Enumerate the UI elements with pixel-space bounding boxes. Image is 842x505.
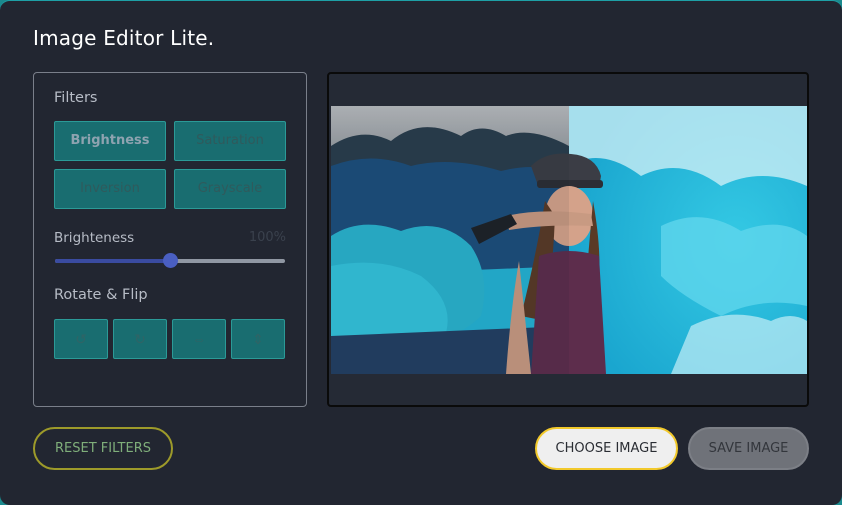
brightness-slider-fill <box>55 259 170 263</box>
brightness-slider-label: Brighteness <box>54 230 135 246</box>
rotate-left-icon: ↺ <box>75 331 87 347</box>
rotate-flip-heading: Rotate & Flip <box>54 287 148 303</box>
filters-heading: Filters <box>54 90 98 106</box>
flip-horizontal-button[interactable]: ⇔ <box>172 319 226 359</box>
choose-image-button[interactable]: CHOOSE IMAGE <box>535 427 678 470</box>
filter-saturation-button[interactable]: Saturation <box>174 121 286 161</box>
preview-photo <box>331 106 807 374</box>
flip-vertical-icon: ⇕ <box>252 331 264 347</box>
controls-panel: Filters Brightness Saturation Inversion … <box>33 72 307 407</box>
preview-image <box>331 106 807 374</box>
rotate-left-button[interactable]: ↺ <box>54 319 108 359</box>
brightness-slider-value: 100% <box>248 230 286 245</box>
rotate-right-icon: ↻ <box>134 331 146 347</box>
reset-filters-button[interactable]: RESET FILTERS <box>33 427 173 470</box>
filter-inversion-button[interactable]: Inversion <box>54 169 166 209</box>
image-preview <box>327 72 809 407</box>
brightness-slider[interactable] <box>55 253 285 268</box>
image-editor-window: Image Editor Lite. Filters Brightness Sa… <box>0 0 842 505</box>
flip-vertical-button[interactable]: ⇕ <box>231 319 285 359</box>
rotate-right-button[interactable]: ↻ <box>113 319 167 359</box>
flip-horizontal-icon: ⇔ <box>192 331 206 347</box>
app-title: Image Editor Lite. <box>33 26 215 50</box>
save-image-button[interactable]: SAVE IMAGE <box>688 427 809 470</box>
filter-brightness-button[interactable]: Brightness <box>54 121 166 161</box>
filter-grayscale-button[interactable]: Grayscale <box>174 169 286 209</box>
brightness-slider-thumb[interactable] <box>163 253 178 268</box>
